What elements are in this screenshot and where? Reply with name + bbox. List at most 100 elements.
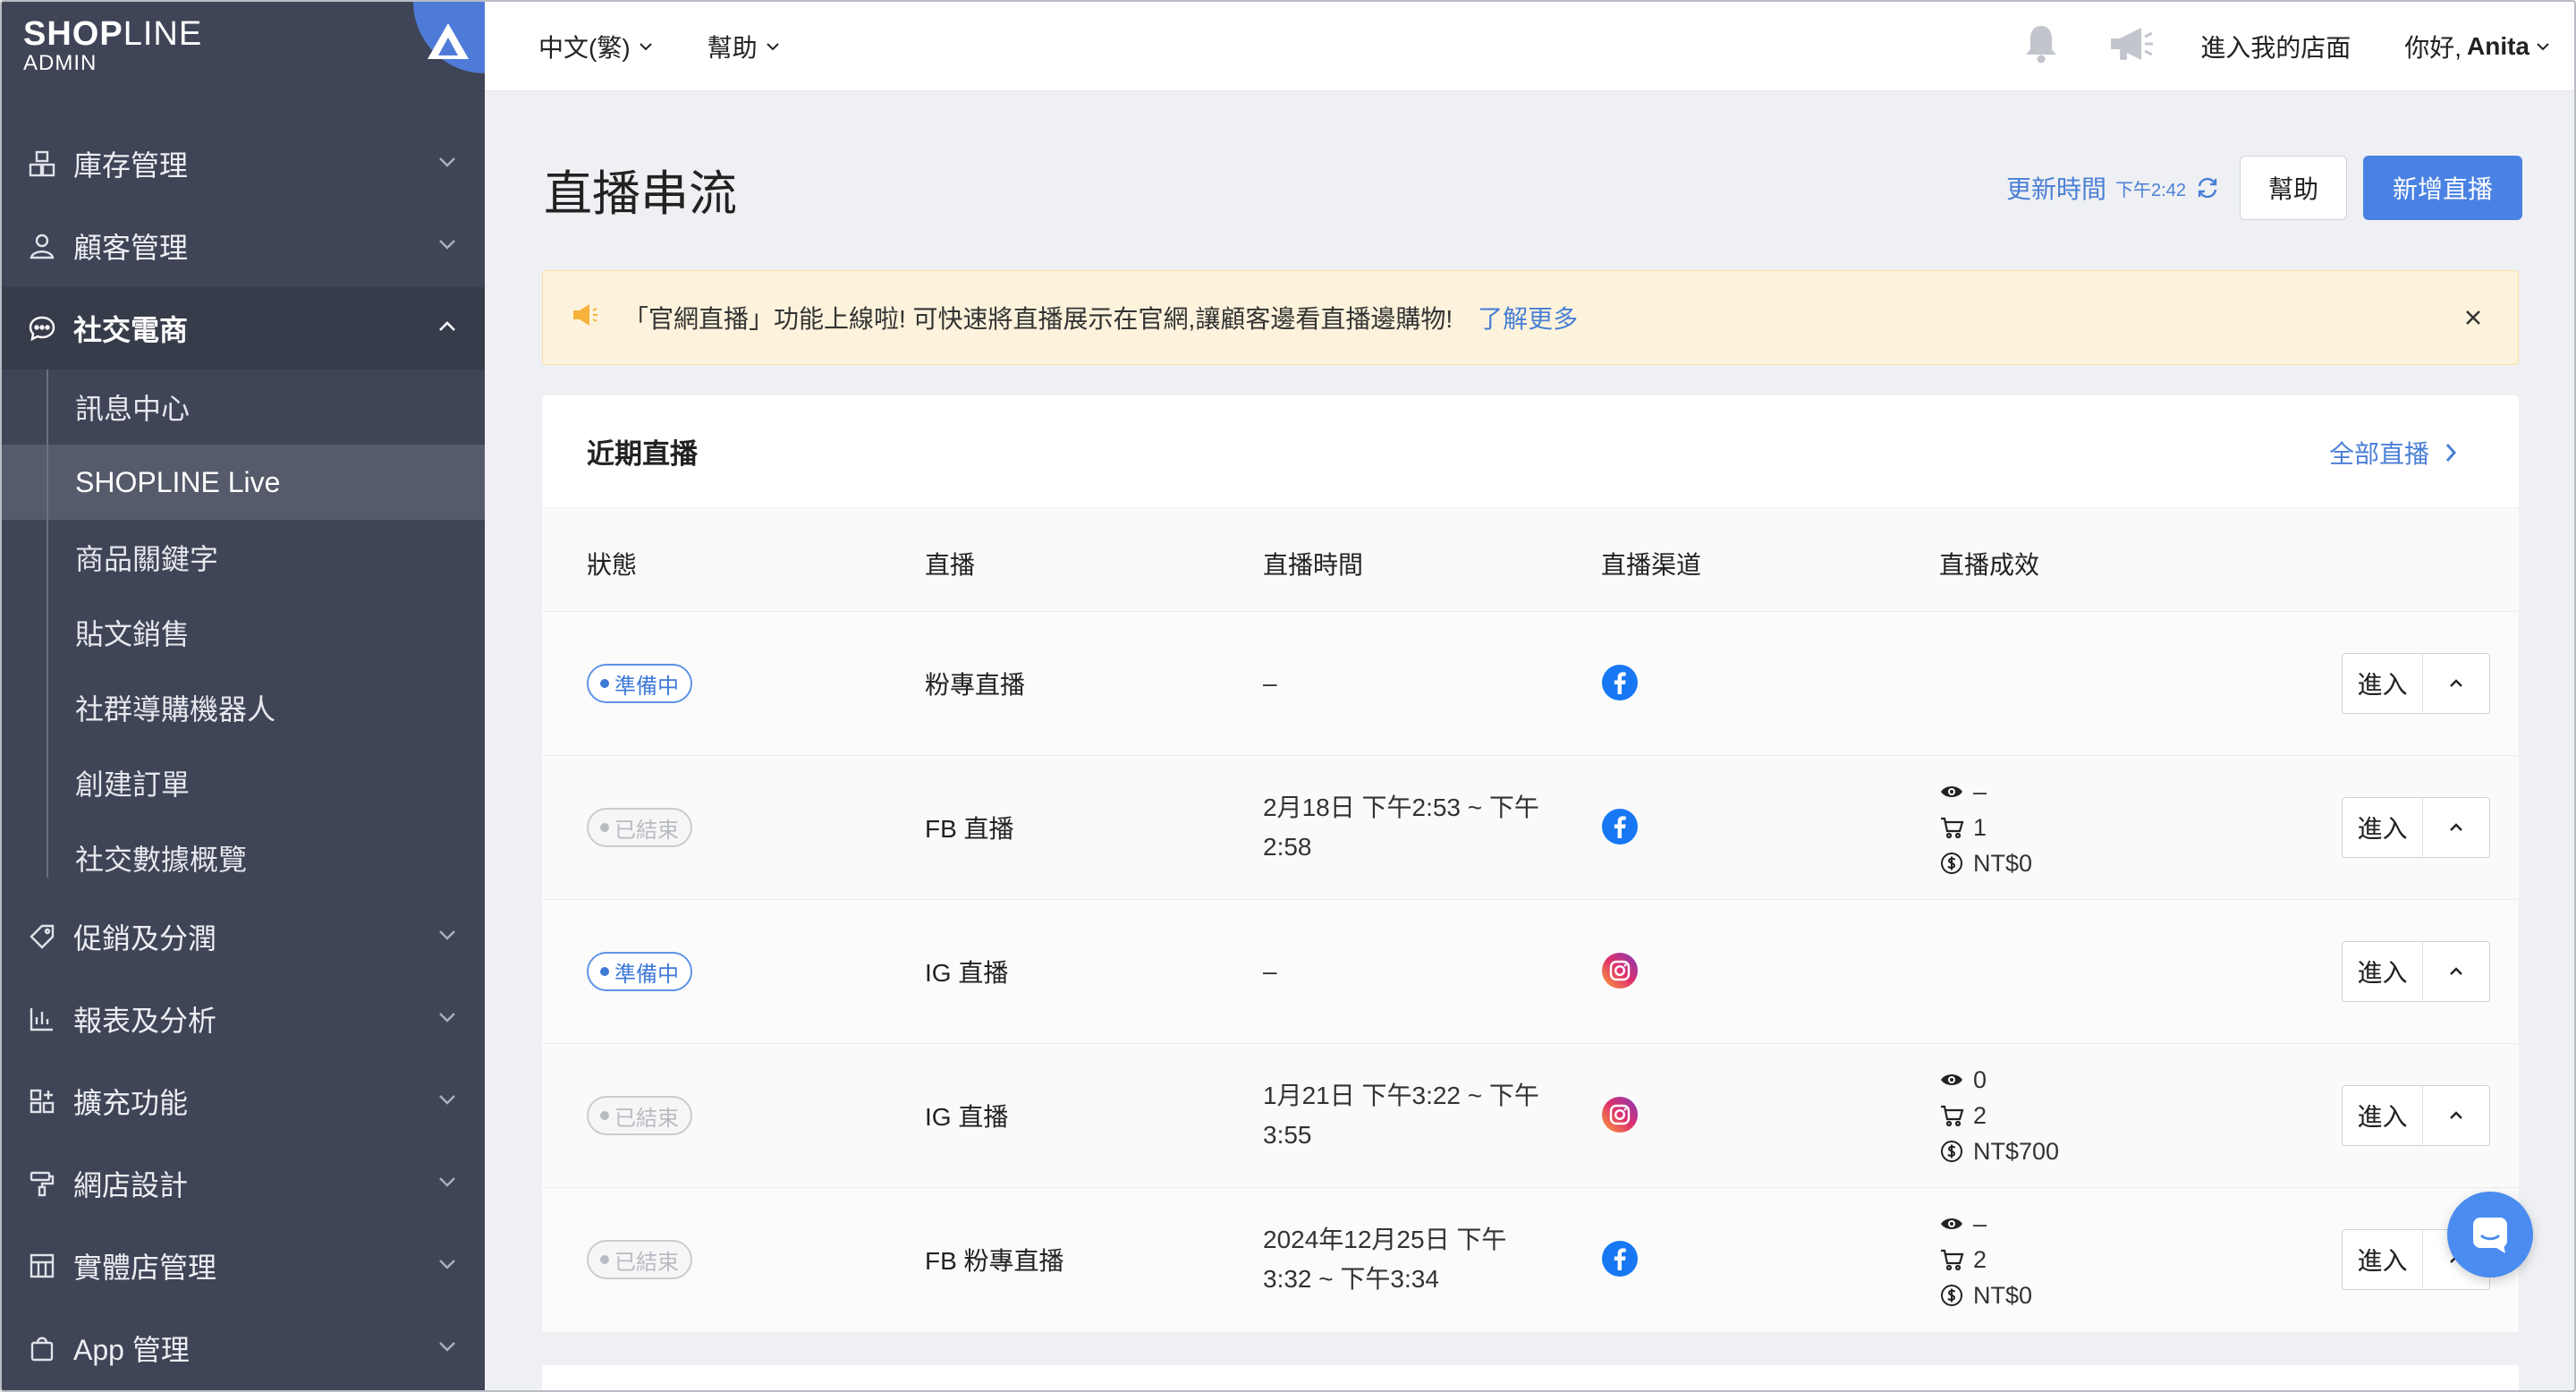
table-body: 準備中 粉專直播 – 進入 已結束 FB 直播 2月18日 下午2:53 ~ 下 [542,612,2519,1332]
chevron-down-icon [2537,43,2549,51]
sidebar: SHOPLINE ADMIN 庫存管理 顧客管理 社交電商 訊息中心 SHOPL… [2,2,485,1390]
status-badge: 已結束 [587,1096,692,1135]
column-status: 狀態 [587,551,638,579]
column-performance: 直播成效 [1939,551,2040,579]
visit-store-link[interactable]: 進入我的店面 [2200,29,2351,64]
new-live-button[interactable]: 新增直播 [2363,156,2522,220]
update-label: 更新時間 [2006,175,2107,203]
user-menu[interactable]: 你好, Anita [2404,29,2551,64]
sidebar-item-promotions[interactable]: 促銷及分潤 [2,895,485,978]
row-action-group: 進入 [2342,653,2490,714]
sidebar-item-social-commerce[interactable]: 社交電商 [2,287,485,369]
sidebar-item-label: 擴充功能 [73,1087,189,1119]
sidebar-subitem-shopline-live[interactable]: SHOPLINE Live [2,445,485,520]
sidebar-item-customers[interactable]: 顧客管理 [2,205,485,287]
social-commerce-submenu: 訊息中心 SHOPLINE Live 商品關鍵字 貼文銷售 社群導購機器人 創建… [2,369,485,895]
table-header: 狀態 直播 直播時間 直播渠道 直播成效 [542,508,2519,612]
sidebar-subitem-social-overview[interactable]: 社交數據概覽 [2,820,485,895]
sidebar-item-label: 庫存管理 [73,149,189,182]
sidebar-subitem-message-center[interactable]: 訊息中心 [2,369,485,445]
all-lives-link[interactable]: 全部直播 [2329,435,2460,471]
eye-icon [1941,1074,1962,1085]
language-label: 中文(繁) [538,33,631,62]
enter-button[interactable]: 進入 [2343,1230,2423,1289]
help-button[interactable]: 幫助 [2240,156,2347,220]
sidebar-item-app[interactable]: App 管理 [2,1307,485,1389]
live-name[interactable]: IG 直播 [925,954,1008,989]
live-name[interactable]: FB 粉專直播 [925,1242,1064,1277]
row-action-group: 進入 [2342,1085,2490,1146]
live-name[interactable]: FB 直播 [925,810,1014,845]
announcement-text: 「官網直播」功能上線啦! 可快速將直播展示在官網,讓顧客邊看直播邊購物! [623,305,1453,333]
facebook-icon [1601,664,1639,706]
chevron-up-icon [439,321,455,331]
refresh-control[interactable]: 更新時間 下午2:42 [2006,170,2220,206]
enter-button[interactable]: 進入 [2343,942,2423,1001]
column-channel: 直播渠道 [1601,551,1702,579]
sidebar-item-label: 實體店管理 [73,1252,217,1284]
tag-icon [27,921,57,952]
live-time-line-1: 1月21日 下午3:22 ~ 下午 [1263,1082,1539,1109]
megaphone-icon[interactable] [2107,22,2156,72]
live-time: 1月21日 下午3:22 ~ 下午 3:55 [1263,1076,1558,1155]
announcement-banner: 「官網直播」功能上線啦! 可快速將直播展示在官網,讓顧客邊看直播邊購物! 了解更… [542,270,2519,365]
sales-amount: NT$0 [1973,1281,2033,1309]
sidebar-item-label: 促銷及分潤 [73,922,217,955]
enter-button[interactable]: 進入 [2343,1086,2423,1145]
next-card [542,1365,2519,1390]
sales-amount: NT$0 [1973,849,2033,877]
dollar-icon [1941,853,1962,874]
brush-icon [27,1168,57,1199]
sidebar-subitem-product-keywords[interactable]: 商品關鍵字 [2,520,485,595]
corner-logo-icon[interactable] [413,2,485,73]
chevron-down-icon [766,42,779,50]
expand-toggle[interactable] [2423,962,2489,981]
live-name[interactable]: 粉專直播 [925,666,1025,701]
chevron-down-icon [439,1260,455,1269]
chat-support-button[interactable] [2447,1192,2533,1277]
cart-icon [1941,1249,1964,1271]
learn-more-link[interactable]: 了解更多 [1478,300,1578,335]
enter-button[interactable]: 進入 [2343,654,2423,713]
bell-icon[interactable] [2020,22,2063,72]
eye-icon [1941,786,1962,797]
card-header: 近期直播 全部直播 [542,395,2519,508]
sidebar-item-retail-store[interactable]: 實體店管理 [2,1225,485,1307]
expand-toggle[interactable] [2423,818,2489,837]
help-menu-label: 幫助 [707,33,758,62]
chevron-down-icon [439,930,455,940]
cart-count: 2 [1973,1245,1987,1273]
live-name[interactable]: IG 直播 [925,1098,1008,1133]
user-name: Anita [2467,32,2529,60]
chevron-up-icon [2450,679,2462,687]
sidebar-item-extensions[interactable]: 擴充功能 [2,1060,485,1142]
sidebar-item-inventory[interactable]: 庫存管理 [2,123,485,205]
sidebar-subitem-post-sales[interactable]: 貼文銷售 [2,595,485,670]
customer-icon [27,231,57,261]
table-row: 準備中 IG 直播 – 進入 [542,900,2519,1044]
sidebar-item-label: 報表及分析 [73,1005,217,1037]
close-icon[interactable] [2461,305,2486,330]
table-row: 已結束 FB 粉專直播 2024年12月25日 下午 3:32 ~ 下午3:34 … [542,1188,2519,1332]
sidebar-subitem-social-bot[interactable]: 社群導購機器人 [2,670,485,745]
sidebar-item-reports[interactable]: 報表及分析 [2,978,485,1060]
performance-stats: – 1 NT$0 [1939,774,2032,881]
sidebar-item-label: App 管理 [73,1334,190,1366]
status-badge: 準備中 [587,664,692,703]
expand-toggle[interactable] [2423,1106,2489,1125]
language-selector[interactable]: 中文(繁) [538,29,654,64]
expand-toggle[interactable] [2423,674,2489,693]
sidebar-subitem-create-order[interactable]: 創建訂單 [2,745,485,820]
shopline-logo[interactable]: SHOPLINE ADMIN [23,16,202,79]
chevron-up-icon [2450,1111,2462,1119]
sidebar-item-store-design[interactable]: 網店設計 [2,1142,485,1225]
dollar-icon [1941,1285,1962,1306]
help-menu[interactable]: 幫助 [708,29,781,64]
table-row: 已結束 FB 直播 2月18日 下午2:53 ~ 下午 2:58 – 1 NT$0… [542,756,2519,900]
live-time-line-1: 2月18日 下午2:53 ~ 下午 [1263,794,1539,821]
live-time: – [1263,669,1277,697]
logo-subtitle: ADMIN [23,51,97,75]
cart-icon [1941,817,1964,839]
enter-button[interactable]: 進入 [2343,798,2423,857]
speaker-icon [572,302,600,334]
